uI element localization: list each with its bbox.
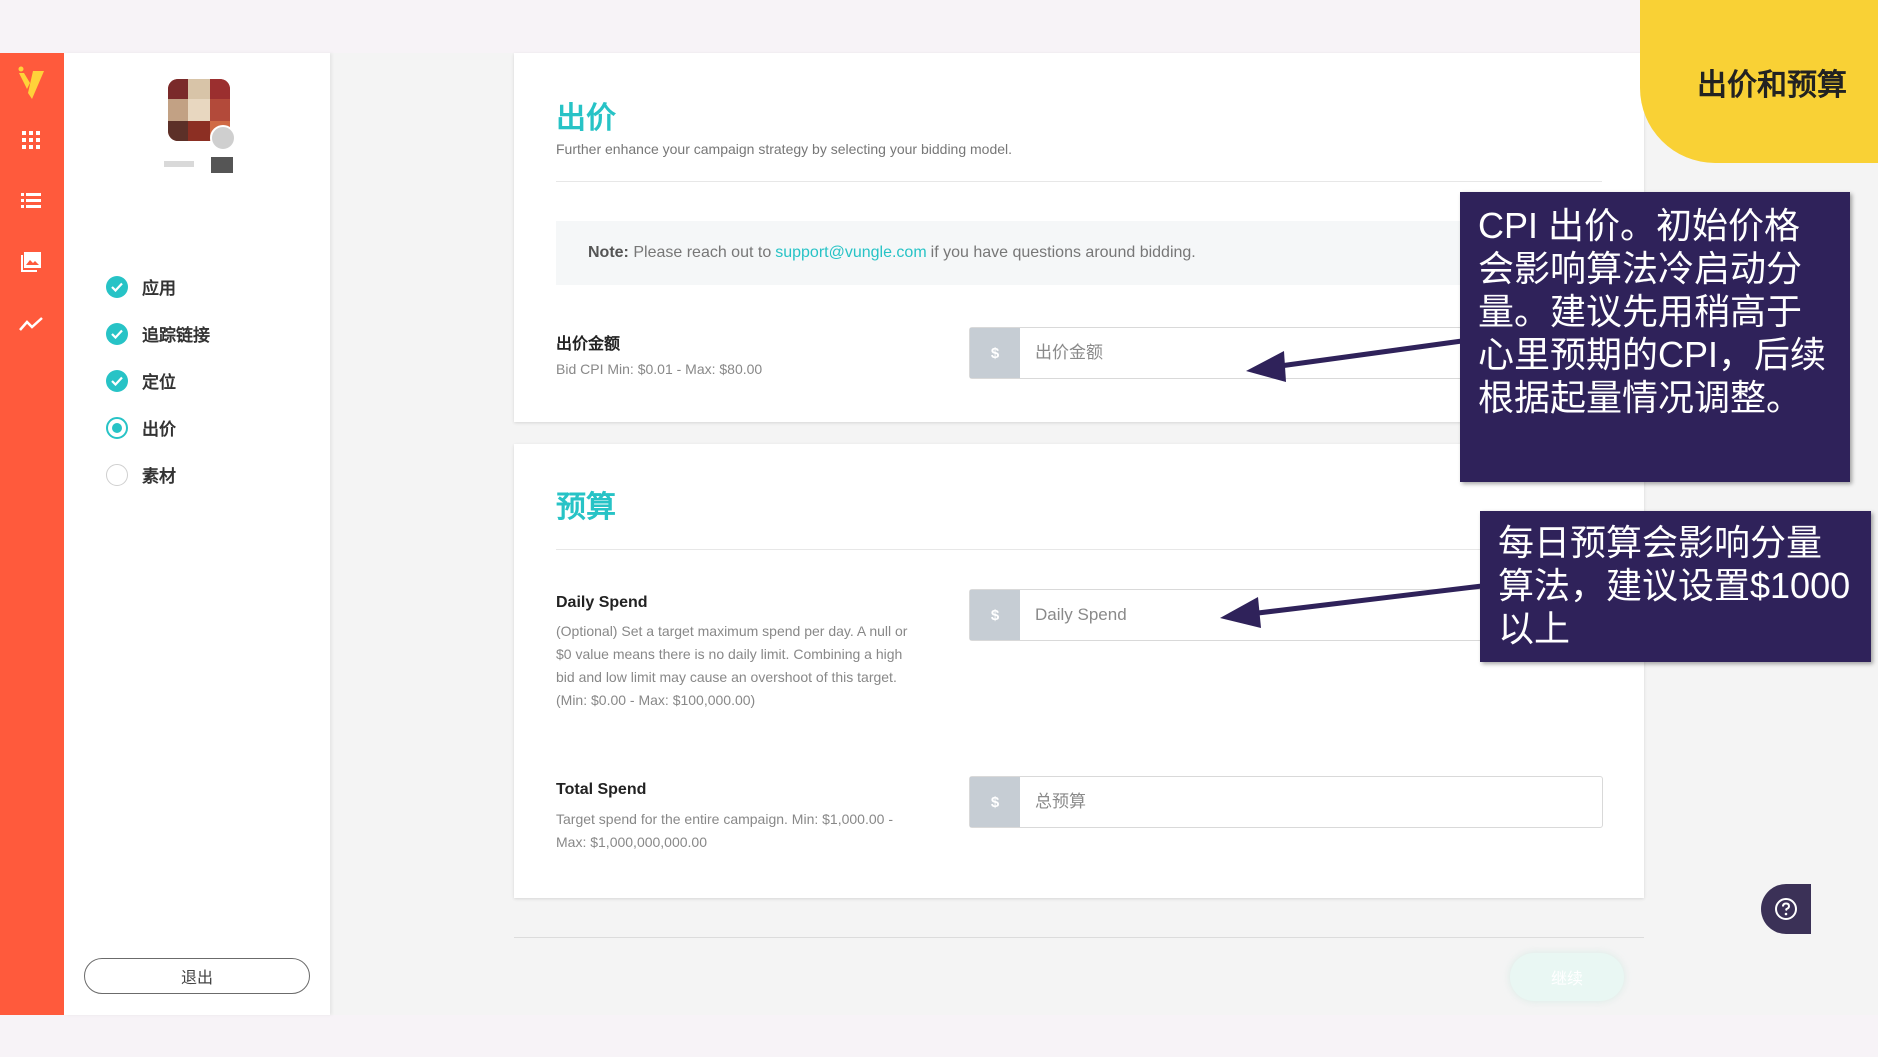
- footer-divider: [514, 937, 1644, 938]
- sidebar: 应用 追踪链接 定位 出价 素材 退出: [64, 53, 330, 1015]
- currency-prefix: $: [970, 777, 1020, 827]
- note-text: Please reach out to: [633, 244, 772, 261]
- analytics-icon[interactable]: [18, 311, 44, 337]
- currency-prefix: $: [970, 590, 1020, 640]
- check-circle-icon: [106, 275, 128, 298]
- check-circle-icon: [106, 322, 128, 345]
- step-tracking-link[interactable]: 追踪链接: [106, 310, 210, 357]
- step-app[interactable]: 应用: [106, 263, 210, 310]
- bidding-note: Note: Please reach out to support@vungle…: [556, 221, 1602, 285]
- logout-button[interactable]: 退出: [84, 958, 310, 994]
- divider: [556, 549, 1602, 550]
- step-label: 素材: [142, 467, 176, 486]
- step-creatives[interactable]: 素材: [106, 451, 210, 498]
- app-name-redacted: [164, 157, 236, 173]
- question-mark-icon: [1775, 898, 1797, 920]
- note-prefix: Note:: [588, 244, 629, 261]
- total-spend-field: $: [969, 776, 1603, 828]
- media-icon[interactable]: [18, 249, 44, 275]
- bid-amount-label: 出价金额: [556, 336, 621, 353]
- bidding-title: 出价: [556, 102, 616, 135]
- daily-spend-help: (Optional) Set a target maximum spend pe…: [556, 623, 908, 708]
- vungle-logo-icon[interactable]: [14, 63, 50, 103]
- total-spend-help: Target spend for the entire campaign. Mi…: [556, 811, 893, 850]
- help-button[interactable]: [1761, 884, 1811, 934]
- step-bidding[interactable]: 出价: [106, 404, 210, 451]
- step-label: 应用: [142, 279, 176, 298]
- daily-spend-label: Daily Spend: [556, 594, 648, 611]
- corner-tab: 出价和预算: [1640, 0, 1878, 163]
- apps-grid-icon[interactable]: [18, 127, 44, 153]
- step-label: 出价: [142, 420, 176, 439]
- support-email-link[interactable]: support@vungle.com: [775, 244, 926, 262]
- radio-empty-icon: [106, 463, 128, 486]
- step-targeting[interactable]: 定位: [106, 357, 210, 404]
- check-circle-icon: [106, 369, 128, 392]
- note-suffix: if you have questions around bidding.: [930, 244, 1196, 261]
- budget-tip-callout: 每日预算会影响分量算法，建议设置$1000以上: [1480, 511, 1871, 662]
- total-spend-input[interactable]: [1020, 777, 1602, 827]
- radio-active-icon: [106, 416, 128, 439]
- bid-tip-callout: CPI 出价。初始价格会影响算法冷启动分量。建议先用稍高于心里预期的CPI，后续…: [1460, 192, 1850, 482]
- nav-rail: [0, 53, 64, 1015]
- divider: [556, 181, 1602, 182]
- bidding-subtitle: Further enhance your campaign strategy b…: [556, 141, 1013, 157]
- budget-title: 预算: [556, 491, 616, 524]
- budget-card: 预算 Daily Spend (Optional) Set a target m…: [514, 444, 1644, 898]
- apple-platform-icon: [210, 125, 236, 151]
- step-label: 定位: [142, 373, 176, 392]
- bid-amount-help: Bid CPI Min: $0.01 - Max: $80.00: [556, 361, 763, 377]
- continue-button[interactable]: 继续: [1510, 953, 1624, 1001]
- wizard-steps: 应用 追踪链接 定位 出价 素材: [106, 263, 210, 498]
- list-icon[interactable]: [18, 188, 44, 214]
- step-label: 追踪链接: [142, 326, 210, 345]
- currency-prefix: $: [970, 328, 1020, 378]
- total-spend-label: Total Spend: [556, 781, 647, 798]
